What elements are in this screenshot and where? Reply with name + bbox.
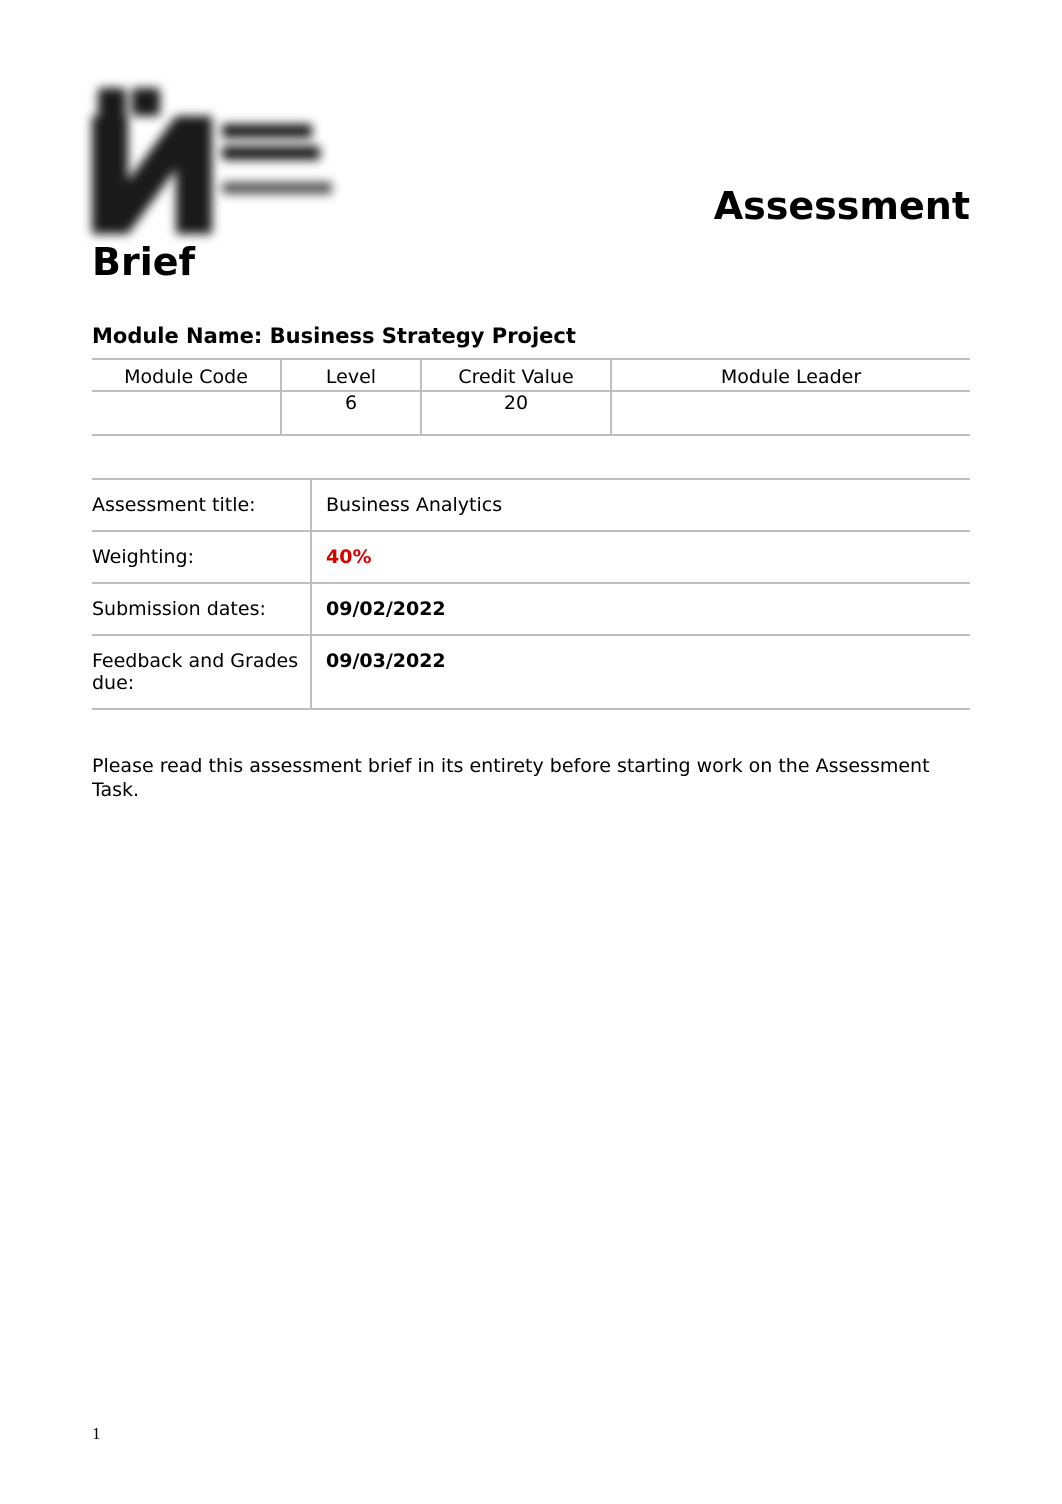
- title-line-1: Assessment: [332, 184, 970, 236]
- instruction-note: Please read this assessment brief in its…: [92, 754, 970, 803]
- value-module-leader: [612, 392, 970, 436]
- table-row: Weighting: 40%: [92, 532, 970, 584]
- module-info-table: Module Code Level Credit Value Module Le…: [92, 358, 970, 436]
- label-assessment-title: Assessment title:: [92, 478, 312, 532]
- table-row: Assessment title: Business Analytics: [92, 478, 970, 532]
- value-assessment-title: Business Analytics: [312, 478, 970, 532]
- university-logo: [92, 88, 332, 236]
- value-weighting: 40%: [326, 546, 371, 568]
- header-credit-value: Credit Value: [422, 358, 612, 392]
- value-level: 6: [282, 392, 422, 436]
- table-row: Submission dates: 09/02/2022: [92, 584, 970, 636]
- header-module-leader: Module Leader: [612, 358, 970, 392]
- header-level: Level: [282, 358, 422, 392]
- value-module-code: [92, 392, 282, 436]
- page-number: 1: [92, 1424, 101, 1444]
- label-submission-dates: Submission dates:: [92, 584, 312, 636]
- title-line-2: Brief: [92, 240, 970, 284]
- value-feedback-due: 09/03/2022: [326, 650, 446, 672]
- table-row: Feedback and Grades due: 09/03/2022: [92, 636, 970, 710]
- module-name-heading: Module Name: Business Strategy Project: [92, 324, 970, 348]
- label-feedback-due: Feedback and Grades due:: [92, 636, 312, 710]
- value-credit-value: 20: [422, 392, 612, 436]
- header-module-code: Module Code: [92, 358, 282, 392]
- label-weighting: Weighting:: [92, 532, 312, 584]
- value-submission-dates: 09/02/2022: [326, 598, 446, 620]
- assessment-details-table: Assessment title: Business Analytics Wei…: [92, 478, 970, 710]
